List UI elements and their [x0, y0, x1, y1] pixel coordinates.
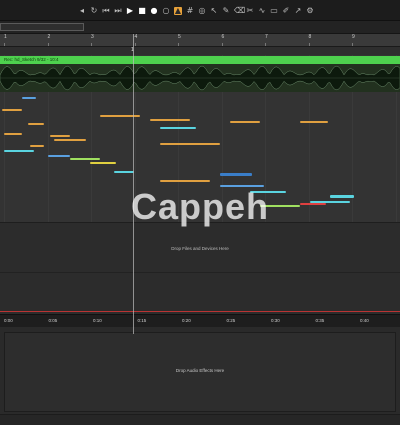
time-tick-label: 0:30: [271, 318, 280, 323]
ruler-tick-label: 1: [4, 34, 7, 40]
locator-marker[interactable]: 1: [131, 47, 137, 53]
time-tick-label: 0:05: [48, 318, 58, 323]
drop-effects-label: Drop Audio Effects Here: [175, 368, 225, 373]
midi-note[interactable]: [160, 180, 210, 182]
ruler-tick-label: 8: [308, 34, 312, 40]
watermark-text: Cappeh: [130, 186, 269, 227]
midi-note[interactable]: [2, 109, 22, 111]
stop-icon[interactable]: ■: [138, 7, 146, 15]
midi-note[interactable]: [22, 97, 36, 99]
tool-pen-icon[interactable]: ✐: [282, 7, 290, 15]
audio-waveform[interactable]: [0, 64, 400, 92]
ruler-tick: [47, 43, 49, 46]
midi-note[interactable]: [150, 119, 190, 121]
ruler-tick: [91, 43, 92, 46]
time-tick-label: 0:15: [137, 318, 147, 323]
midi-note[interactable]: [50, 135, 70, 137]
ruler-tick-label: 7: [265, 34, 268, 40]
time-tick-label: 0:35: [315, 318, 325, 323]
midi-note[interactable]: [54, 139, 86, 141]
midi-note[interactable]: [90, 162, 116, 164]
midi-note[interactable]: [160, 143, 220, 145]
snap-icon[interactable]: ◎: [198, 7, 206, 15]
ruler-tick: [352, 43, 353, 46]
ruler-tick: [221, 43, 223, 46]
loop-icon[interactable]: ↻: [90, 7, 98, 15]
transport-controls: ◂ ↻ ⏮ ⏭ ▶ ■ ● ○ ▲ # ◎ ↖ ✎ ⌫ ✂ ∿ ▭ ✐ ↗ ⚙: [78, 6, 314, 16]
time-tick-label: 0:20: [182, 318, 191, 323]
tool-plugin-icon[interactable]: ⚙: [306, 7, 314, 15]
ruler-tick-label: 3: [91, 34, 94, 40]
midi-note[interactable]: [300, 121, 328, 123]
ruler-tick: [134, 43, 136, 46]
midi-note[interactable]: [160, 127, 196, 129]
punch-icon[interactable]: ○: [162, 7, 170, 15]
rewind-icon[interactable]: ◂: [78, 7, 86, 15]
ruler-tick: [308, 43, 310, 46]
tool-curve-icon[interactable]: ∿: [258, 7, 266, 15]
tool-cut-icon[interactable]: ✂: [246, 7, 254, 15]
audio-clip-title: Rec: hd_Sketch 9/32 - 10:4: [4, 57, 59, 62]
song-overview[interactable]: [0, 23, 84, 31]
midi-note[interactable]: [30, 145, 44, 147]
skip-forward-icon[interactable]: ⏭: [114, 7, 122, 15]
transport-bar: ◂ ↻ ⏮ ⏭ ▶ ■ ● ○ ▲ # ◎ ↖ ✎ ⌫ ✂ ∿ ▭ ✐ ↗ ⚙: [0, 0, 400, 21]
tool-draw-icon[interactable]: ✎: [222, 7, 230, 15]
ruler-tick-label: 4: [134, 34, 138, 40]
midi-note[interactable]: [28, 123, 44, 125]
tool-link-icon[interactable]: ↗: [294, 7, 302, 15]
divider: [0, 272, 400, 273]
midi-note[interactable]: [48, 155, 70, 157]
loop-end-line: [0, 311, 400, 312]
grid-icon[interactable]: #: [186, 7, 194, 15]
ruler-tick: [265, 43, 266, 46]
midi-note[interactable]: [4, 133, 22, 135]
midi-note[interactable]: [100, 115, 140, 117]
tool-select-icon[interactable]: ↖: [210, 7, 218, 15]
playhead[interactable]: [133, 34, 134, 334]
time-tick-label: 0:40: [360, 318, 369, 323]
midi-note[interactable]: [4, 150, 34, 152]
tool-erase-icon[interactable]: ⌫: [234, 7, 245, 15]
skip-back-icon[interactable]: ⏮: [102, 7, 110, 15]
locator-bar[interactable]: [0, 47, 400, 55]
midi-note[interactable]: [70, 158, 100, 160]
track-drop-zone[interactable]: [0, 222, 400, 315]
midi-note[interactable]: [114, 171, 134, 173]
status-strip: [0, 414, 400, 425]
metronome-icon[interactable]: ▲: [174, 7, 182, 15]
drop-files-label: Drop Files and Devices Here: [171, 246, 229, 251]
midi-note[interactable]: [230, 121, 260, 123]
waveform-graphic: [0, 65, 400, 91]
time-tick-label: 0:10: [93, 318, 102, 323]
ruler-tick-label: 2: [47, 34, 51, 40]
play-icon[interactable]: ▶: [126, 7, 134, 15]
time-tick-label: 0:25: [226, 318, 236, 323]
midi-note[interactable]: [220, 173, 252, 176]
time-ruler[interactable]: 0:00 0:05 0:10 0:15 0:20 0:25 0:30 0:35 0:40: [0, 314, 400, 327]
ruler-tick: [4, 43, 5, 46]
ruler-tick: [178, 43, 179, 46]
ruler-tick-label: 5: [178, 34, 181, 40]
beat-ruler[interactable]: 1 2 3 4 5 6 7 8 9: [0, 34, 400, 47]
record-icon[interactable]: ●: [150, 7, 158, 15]
audio-clip-header[interactable]: [0, 56, 400, 64]
tool-screen-icon[interactable]: ▭: [270, 7, 278, 15]
time-tick-label: 0:00: [4, 318, 13, 323]
ruler-tick-label: 6: [221, 34, 225, 40]
ruler-tick-label: 9: [352, 34, 355, 40]
